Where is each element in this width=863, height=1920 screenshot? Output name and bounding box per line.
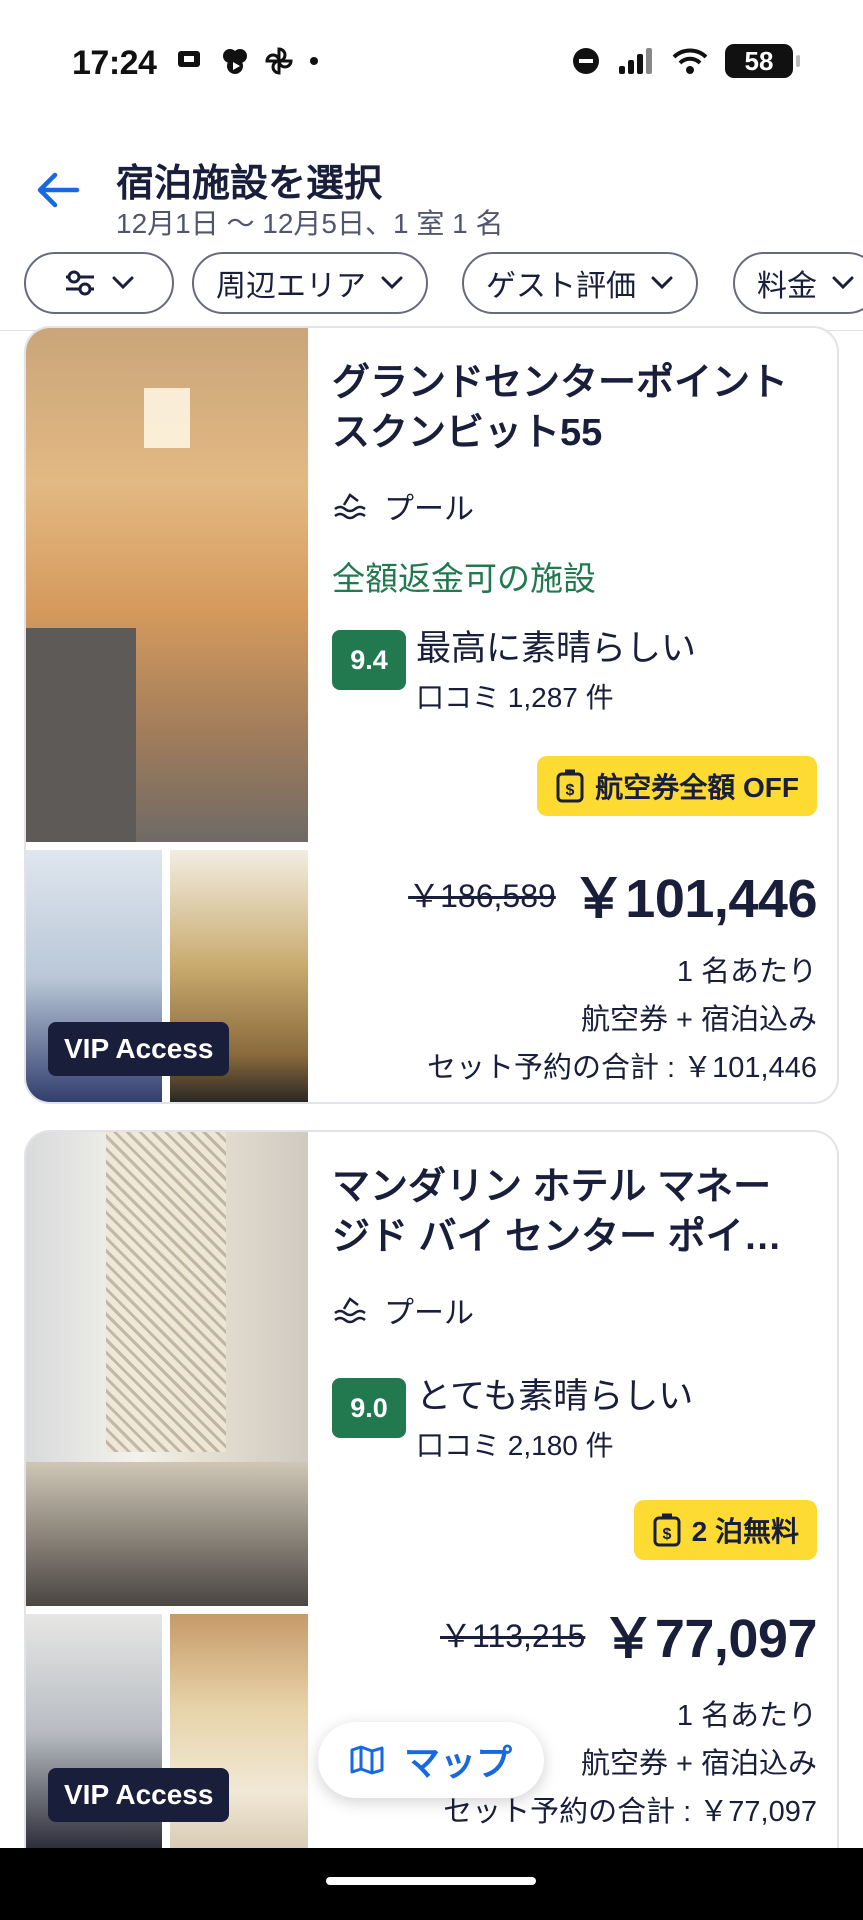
price-tag-icon: $: [653, 1513, 681, 1547]
guest-score-badge: 9.4: [332, 630, 406, 690]
app-notification-icon: [223, 49, 247, 74]
do-not-disturb-icon: [573, 48, 599, 74]
review-count: 口コミ 1,287 件: [416, 682, 614, 713]
map-button[interactable]: マップ: [318, 1722, 544, 1798]
hotel-main-photo[interactable]: [26, 328, 308, 842]
rating-label: 最高に素晴らしい: [416, 629, 697, 668]
amenity-label: プール: [384, 1297, 474, 1330]
chevron-down-icon: [651, 276, 673, 290]
filter-chip-guest-rating[interactable]: ゲスト評価: [462, 252, 698, 314]
hotel-card[interactable]: VIP Access グランドセンターポイント スクンビット55 プール 全額返…: [24, 326, 839, 1104]
review-count: 口コミ 2,180 件: [416, 1430, 614, 1461]
battery-icon: 58: [725, 44, 800, 78]
original-price: ￥113,215: [440, 1617, 586, 1654]
hotel-name[interactable]: マンダリン ホテル マネー ジド バイ センター ポイ…: [332, 1162, 812, 1262]
hotel-main-photo[interactable]: [26, 1132, 308, 1606]
hotel-name-line: ジド バイ センター ポイ…: [332, 1216, 782, 1258]
pool-icon: [334, 1297, 366, 1324]
original-price: ￥186,589: [408, 877, 556, 914]
deal-badge: $ 2 泊無料: [633, 1500, 817, 1560]
total-price-label: セット予約の合計 : ￥101,446: [427, 1052, 817, 1084]
dining-table-shape: [26, 1462, 308, 1606]
current-price: ￥101,446: [571, 869, 818, 929]
filter-chip-label: ゲスト評価: [486, 270, 636, 303]
includes-label: 航空券 + 宿泊込み: [580, 1004, 817, 1036]
hotel-name-line: グランドセンターポイント: [332, 362, 789, 404]
vip-access-badge: VIP Access: [48, 1022, 230, 1076]
amenity-row: プール: [332, 484, 474, 528]
sliders-icon: [66, 270, 94, 296]
map-button-label: マップ: [403, 1742, 512, 1783]
chevron-down-icon: [112, 276, 134, 290]
notification-icons: [176, 46, 320, 76]
amenity-row: プール: [332, 1288, 474, 1332]
filter-bar: 周辺エリア ゲスト評価 料金: [0, 252, 863, 318]
price-tag-icon: $: [556, 769, 584, 803]
per-person-label: 1 名あたり: [676, 1700, 817, 1732]
signal-icon: [619, 48, 652, 74]
refund-label: 全額返金可の施設: [332, 560, 596, 597]
price-row: ￥186,589 ￥101,446: [408, 854, 817, 933]
filter-chip-price[interactable]: 料金: [733, 252, 863, 314]
status-bar: 17:24 58: [0, 0, 863, 130]
current-price: ￥77,097: [601, 1609, 817, 1669]
hotel-name-line: スクンビット55: [332, 412, 603, 454]
svg-text:$: $: [662, 1526, 671, 1543]
rating-label: とても素晴らしい: [416, 1377, 694, 1416]
filter-chip-label: 料金: [757, 270, 817, 303]
wifi-icon: [672, 48, 708, 74]
home-indicator[interactable]: [326, 1877, 536, 1885]
system-icons: 58: [571, 44, 800, 78]
vip-access-badge: VIP Access: [48, 1768, 230, 1822]
chevron-down-icon: [381, 276, 403, 290]
guest-score-badge: 9.0: [332, 1378, 406, 1438]
lantern-shape: [144, 388, 190, 448]
status-time: 17:24: [72, 44, 157, 82]
filter-chip-area[interactable]: 周辺エリア: [192, 252, 428, 314]
counter-shape: [26, 628, 136, 842]
pool-icon: [334, 493, 366, 520]
deal-label: 航空券全額 OFF: [595, 772, 799, 803]
back-arrow-icon: [37, 172, 80, 208]
back-button[interactable]: [30, 162, 86, 218]
trip-summary[interactable]: 12月1日 〜 12月5日、1 室 1 名: [116, 202, 503, 242]
pinwheel-icon: [265, 47, 293, 75]
map-icon: [350, 1745, 384, 1775]
chat-icon: [178, 51, 200, 67]
svg-text:$: $: [566, 782, 575, 799]
lattice-screen-shape: [106, 1132, 226, 1452]
deal-label: 2 泊無料: [691, 1516, 799, 1547]
page-title: 宿泊施設を選択: [116, 163, 383, 205]
chevron-down-icon: [832, 276, 854, 290]
hotel-name-line: マンダリン ホテル マネー: [332, 1166, 772, 1208]
dot-icon: [310, 57, 318, 65]
includes-label: 航空券 + 宿泊込み: [580, 1748, 817, 1780]
per-person-label: 1 名あたり: [676, 956, 817, 988]
deal-badge: $ 航空券全額 OFF: [537, 756, 817, 816]
hotel-name[interactable]: グランドセンターポイント スクンビット55: [332, 358, 812, 458]
price-row: ￥113,215 ￥77,097: [440, 1594, 817, 1673]
filter-settings-chip[interactable]: [24, 252, 174, 314]
filter-chip-label: 周辺エリア: [216, 270, 366, 303]
amenity-label: プール: [384, 493, 474, 526]
